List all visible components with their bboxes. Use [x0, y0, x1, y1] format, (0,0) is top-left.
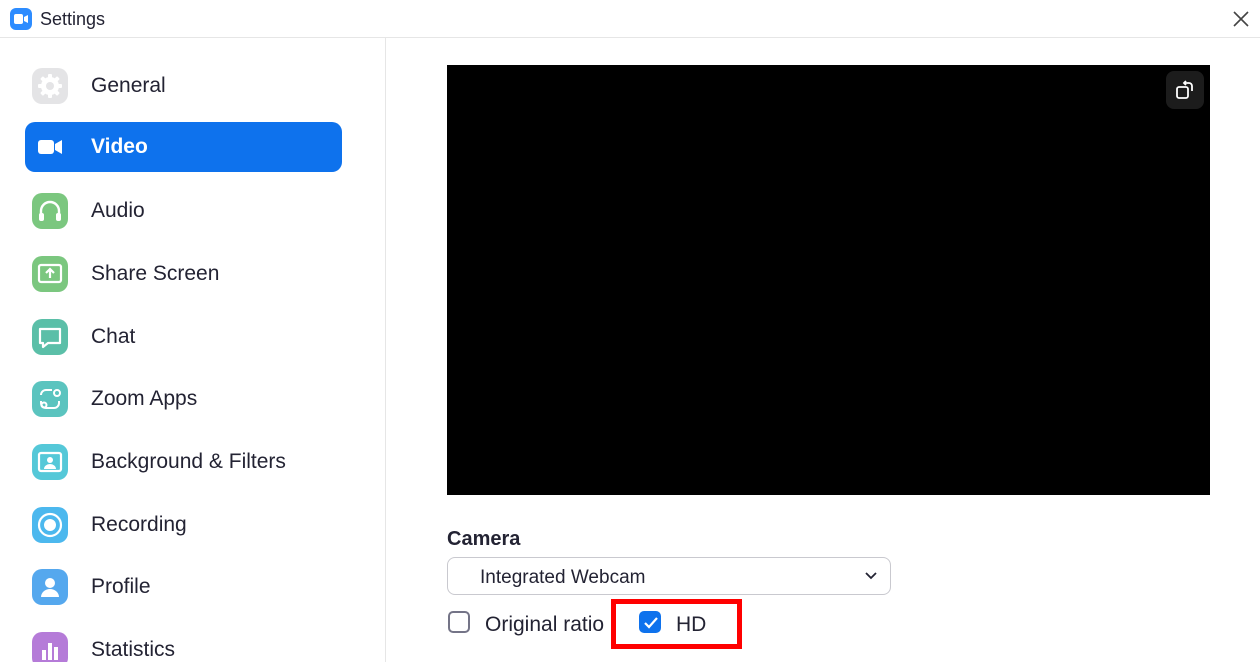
original-ratio-checkbox[interactable]	[448, 611, 470, 633]
headphones-icon	[32, 193, 68, 229]
video-camera-icon	[32, 129, 68, 165]
camera-select[interactable]: Integrated Webcam	[447, 557, 891, 595]
sidebar-item-chat[interactable]: Chat	[25, 312, 342, 362]
hd-checkbox[interactable]	[639, 611, 661, 633]
checkmark-icon	[644, 617, 658, 629]
rotate-camera-icon	[1176, 80, 1193, 99]
settings-window: Settings General Video Audio Share Scree…	[0, 0, 1260, 662]
sidebar-item-label: Video	[91, 135, 148, 158]
sidebar-item-label: Chat	[91, 325, 136, 348]
sidebar-item-label: Statistics	[91, 638, 176, 661]
sidebar-item-statistics[interactable]: Statistics	[25, 625, 342, 662]
bar-chart-icon	[32, 632, 68, 662]
sidebar-item-label: Profile	[91, 575, 151, 598]
share-screen-icon	[32, 256, 68, 292]
rotate-camera-button[interactable]	[1166, 71, 1204, 109]
settings-sidebar: General Video Audio Share Screen Chat Zo…	[0, 38, 386, 662]
sidebar-item-label: Zoom Apps	[91, 387, 198, 410]
sidebar-item-recording[interactable]: Recording	[25, 500, 342, 550]
person-icon	[32, 569, 68, 605]
original-ratio-option[interactable]: Original ratio	[448, 611, 608, 637]
hd-label: HD	[676, 613, 707, 636]
apps-icon	[32, 381, 68, 417]
video-preview	[447, 65, 1210, 495]
close-button[interactable]	[1228, 6, 1254, 32]
chat-bubble-icon	[32, 319, 68, 355]
sidebar-item-background-filters[interactable]: Background & Filters	[25, 437, 342, 487]
sidebar-item-profile[interactable]: Profile	[25, 562, 342, 612]
chevron-down-icon	[865, 572, 877, 580]
hd-option[interactable]: HD	[639, 611, 719, 637]
sidebar-item-label: Background & Filters	[91, 450, 286, 473]
record-icon	[32, 507, 68, 543]
sidebar-item-zoom-apps[interactable]: Zoom Apps	[25, 374, 342, 424]
sidebar-item-label: Audio	[91, 199, 145, 222]
close-icon	[1233, 11, 1249, 27]
sidebar-item-share-screen[interactable]: Share Screen	[25, 249, 342, 299]
gear-icon	[32, 68, 68, 104]
window-title: Settings	[40, 9, 106, 29]
title-bar: Settings	[0, 0, 1260, 38]
sidebar-item-label: General	[91, 74, 166, 97]
sidebar-item-audio[interactable]: Audio	[25, 186, 342, 236]
sidebar-item-label: Recording	[91, 513, 187, 536]
sidebar-item-label: Share Screen	[91, 262, 220, 285]
original-ratio-label: Original ratio	[485, 613, 605, 636]
sidebar-item-video[interactable]: Video	[25, 122, 342, 172]
zoom-camera-icon	[10, 8, 32, 30]
camera-heading: Camera	[447, 528, 521, 550]
background-portrait-icon	[32, 444, 68, 480]
camera-select-value: Integrated Webcam	[480, 567, 646, 588]
sidebar-item-general[interactable]: General	[25, 61, 342, 111]
